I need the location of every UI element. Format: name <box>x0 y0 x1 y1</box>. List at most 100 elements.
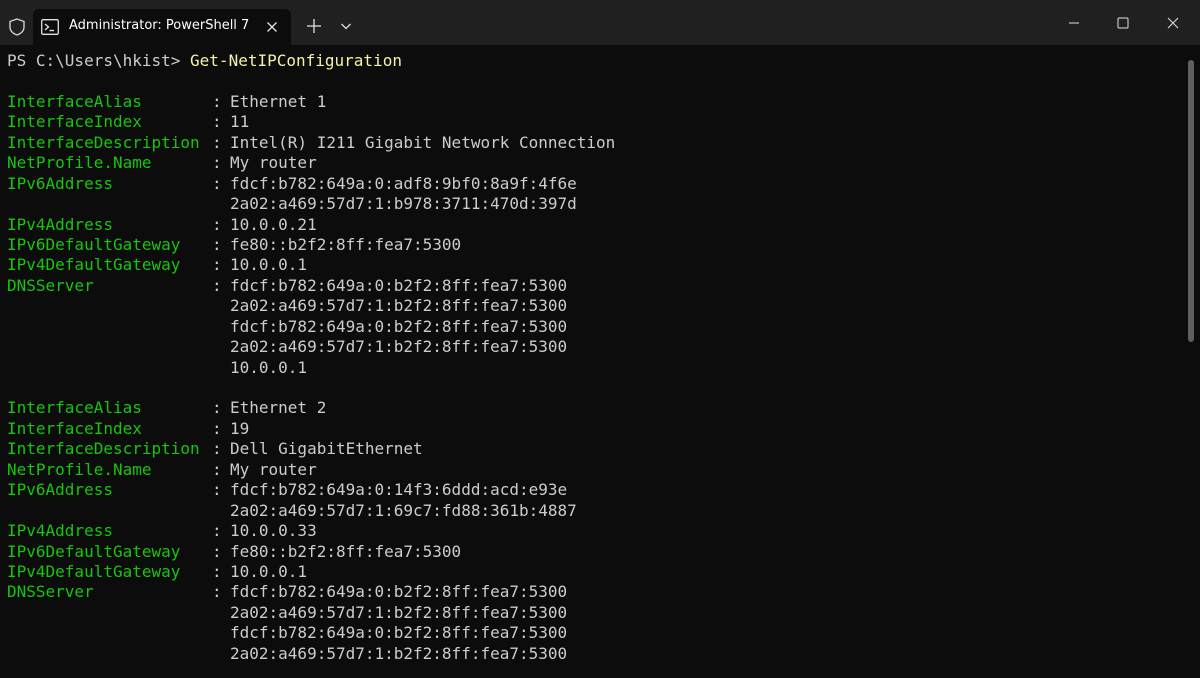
separator: : <box>212 132 222 152</box>
separator: : <box>212 214 222 234</box>
property-row: IPv6DefaultGateway: fe80::b2f2:8ff:fea7:5… <box>7 235 1182 255</box>
property-continuation: 2a02:a469:57d7:1:b2f2:8ff:fea7:5300 <box>7 296 1182 316</box>
property-name: NetProfile.Name <box>7 459 152 479</box>
plus-icon <box>307 19 321 33</box>
command: Get-NetIPConfiguration <box>190 51 402 70</box>
tab-powershell[interactable]: Administrator: PowerShell 7 <box>33 9 291 45</box>
property-row: NetProfile.Name: My router <box>7 153 1182 173</box>
command-line: PS C:\Users\hkist> Get-NetIPConfiguratio… <box>7 51 1182 71</box>
property-value: 2a02:a469:57d7:1:b2f2:8ff:fea7:5300 <box>230 296 568 316</box>
property-row: IPv4DefaultGateway:10.0.0.1 <box>7 255 1182 275</box>
property-value: 19 <box>230 418 250 438</box>
property-value: 2a02:a469:57d7:1:69c7:fd88:361b:4887 <box>230 500 577 520</box>
property-continuation: 2a02:a469:57d7:1:69c7:fd88:361b:4887 <box>7 501 1182 521</box>
property-name: InterfaceIndex <box>7 418 142 438</box>
property-name: IPv6Address <box>7 173 113 193</box>
separator: : <box>212 561 222 581</box>
property-value: 2a02:a469:57d7:1:b2f2:8ff:fea7:5300 <box>230 602 568 622</box>
separator: : <box>212 255 222 275</box>
new-tab-button[interactable] <box>302 14 326 38</box>
property-continuation: 10.0.0.1 <box>7 358 1182 378</box>
property-name: IPv4DefaultGateway <box>7 255 181 275</box>
property-continuation: 2a02:a469:57d7:1:b978:3711:470d:397d <box>7 194 1182 214</box>
property-name: InterfaceAlias <box>7 91 142 111</box>
property-name: DNSServer <box>7 275 94 295</box>
property-row: InterfaceAlias: Ethernet 1 <box>7 92 1182 112</box>
property-row: NetProfile.Name: My router <box>7 460 1182 480</box>
property-row: IPv4DefaultGateway:10.0.0.1 <box>7 562 1182 582</box>
property-value: fe80::b2f2:8ff:fea7:5300 <box>230 541 462 561</box>
property-continuation: 2a02:a469:57d7:1:b2f2:8ff:fea7:5300 <box>7 644 1182 664</box>
shield-icon <box>7 17 27 37</box>
property-value: fdcf:b782:649a:0:b2f2:8ff:fea7:5300 <box>230 316 568 336</box>
close-icon <box>1167 17 1179 29</box>
property-value: Ethernet 1 <box>230 91 327 111</box>
property-name: InterfaceDescription <box>7 132 200 152</box>
property-row: DNSServer: fdcf:b782:649a:0:b2f2:8ff:fea7… <box>7 276 1182 296</box>
property-name: IPv6Address <box>7 480 113 500</box>
property-value: 10.0.0.1 <box>230 357 308 377</box>
property-value: 2a02:a469:57d7:1:b978:3711:470d:397d <box>230 194 577 214</box>
terminal-window: Administrator: PowerShell 7 PS C:\Users\… <box>0 0 1200 678</box>
powershell-icon <box>41 19 59 35</box>
scrollbar-thumb[interactable] <box>1188 60 1194 342</box>
separator: : <box>212 91 222 111</box>
separator: : <box>212 173 222 193</box>
property-value: My router <box>230 153 317 173</box>
property-value: 10.0.0.1 <box>230 561 308 581</box>
separator: : <box>212 439 222 459</box>
property-row: IPv6DefaultGateway: fe80::b2f2:8ff:fea7:5… <box>7 542 1182 562</box>
property-row: DNSServer: fdcf:b782:649a:0:b2f2:8ff:fea7… <box>7 582 1182 602</box>
property-row: InterfaceIndex:11 <box>7 112 1182 132</box>
property-row: InterfaceIndex:19 <box>7 419 1182 439</box>
property-continuation: fdcf:b782:649a:0:b2f2:8ff:fea7:5300 <box>7 317 1182 337</box>
property-value: fdcf:b782:649a:0:b2f2:8ff:fea7:5300 <box>230 275 568 295</box>
property-row: IPv4Address:10.0.0.33 <box>7 521 1182 541</box>
close-icon[interactable] <box>261 17 283 37</box>
property-name: InterfaceIndex <box>7 112 142 132</box>
property-value: 10.0.0.33 <box>230 521 317 541</box>
minimize-icon <box>1069 22 1079 24</box>
separator: : <box>212 541 222 561</box>
property-continuation: fdcf:b782:649a:0:b2f2:8ff:fea7:5300 <box>7 623 1182 643</box>
separator: : <box>212 398 222 418</box>
property-value: Dell GigabitEthernet <box>230 439 423 459</box>
chevron-down-icon <box>341 23 351 30</box>
property-value: 2a02:a469:57d7:1:b2f2:8ff:fea7:5300 <box>230 643 568 663</box>
minimize-button[interactable] <box>1051 8 1097 38</box>
property-value: fdcf:b782:649a:0:b2f2:8ff:fea7:5300 <box>230 582 568 602</box>
property-row: IPv4Address:10.0.0.21 <box>7 215 1182 235</box>
separator: : <box>212 582 222 602</box>
tab-dropdown-button[interactable] <box>334 14 358 38</box>
maximize-icon <box>1117 17 1129 29</box>
property-name: NetProfile.Name <box>7 153 152 173</box>
property-value: 11 <box>230 112 250 132</box>
property-continuation: 2a02:a469:57d7:1:b2f2:8ff:fea7:5300 <box>7 337 1182 357</box>
property-value: 10.0.0.1 <box>230 255 308 275</box>
property-value: Intel(R) I211 Gigabit Network Connection <box>230 132 616 152</box>
close-window-button[interactable] <box>1150 8 1196 38</box>
property-name: IPv4Address <box>7 214 113 234</box>
property-value: My router <box>230 459 317 479</box>
property-value: 10.0.0.21 <box>230 214 317 234</box>
title-bar: Administrator: PowerShell 7 <box>0 0 1200 45</box>
separator: : <box>212 418 222 438</box>
separator: : <box>212 153 222 173</box>
maximize-button[interactable] <box>1100 8 1146 38</box>
separator: : <box>212 234 222 254</box>
tab-title: Administrator: PowerShell 7 <box>69 18 250 33</box>
prompt: PS C:\Users\hkist> <box>7 51 191 70</box>
property-name: IPv6DefaultGateway <box>7 541 181 561</box>
property-value: fdcf:b782:649a:0:14f3:6ddd:acd:e93e <box>230 480 568 500</box>
property-row: InterfaceDescription: Intel(R) I211 Gigab… <box>7 133 1182 153</box>
property-continuation: 2a02:a469:57d7:1:b2f2:8ff:fea7:5300 <box>7 603 1182 623</box>
separator: : <box>212 521 222 541</box>
property-name: DNSServer <box>7 582 94 602</box>
property-name: InterfaceAlias <box>7 398 142 418</box>
property-value: fdcf:b782:649a:0:adf8:9bf0:8a9f:4f6e <box>230 173 577 193</box>
separator: : <box>212 480 222 500</box>
terminal-output[interactable]: PS C:\Users\hkist> Get-NetIPConfiguratio… <box>7 51 1182 678</box>
separator: : <box>212 459 222 479</box>
property-name: IPv6DefaultGateway <box>7 234 181 254</box>
